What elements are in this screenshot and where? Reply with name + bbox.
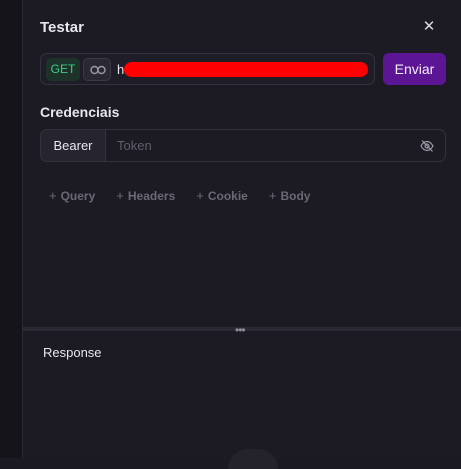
link-icon[interactable] (83, 58, 111, 81)
tab-body[interactable]: + Body (269, 188, 311, 203)
resize-handle-icon[interactable]: ••• (235, 323, 246, 337)
token-input[interactable] (107, 130, 407, 161)
credentials-row: Bearer (40, 129, 446, 162)
plus-icon: + (196, 188, 204, 203)
eye-off-icon[interactable] (420, 139, 434, 153)
panel-title: Testar (40, 19, 84, 36)
plus-icon: + (116, 188, 124, 203)
background-strip (0, 0, 22, 458)
tab-cookie[interactable]: + Cookie (196, 188, 248, 203)
url-bar: GET h (40, 53, 375, 85)
credentials-label: Credenciais (40, 104, 120, 120)
plus-icon: + (268, 188, 277, 203)
request-tabs: + Query + Headers + Cookie + Body (49, 188, 331, 203)
response-label: Response (43, 345, 102, 360)
plus-icon: + (49, 188, 57, 203)
test-panel: Testar ✕ GET h Enviar Credenciais Bearer… (22, 0, 461, 469)
auth-scheme-select[interactable]: Bearer (41, 130, 106, 161)
close-icon[interactable]: ✕ (420, 18, 438, 36)
tab-headers[interactable]: + Headers (116, 188, 175, 203)
loading-indicator (228, 449, 278, 469)
send-button[interactable]: Enviar (383, 53, 446, 85)
tab-query[interactable]: + Query (49, 188, 95, 203)
redaction-mark (124, 62, 368, 77)
method-badge[interactable]: GET (46, 58, 80, 81)
